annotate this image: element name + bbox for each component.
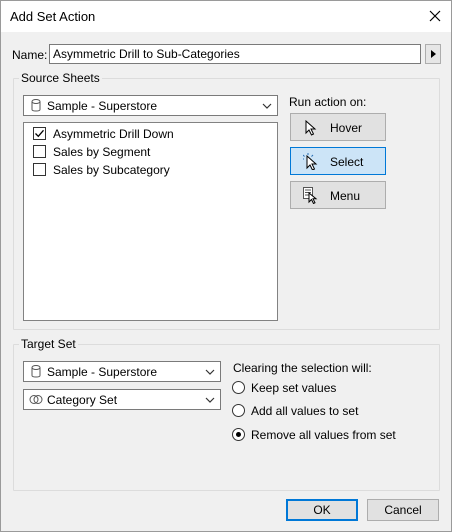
insert-field-arrow-button[interactable]: [425, 44, 441, 64]
source-sheets-list[interactable]: Asymmetric Drill Down Sales by Segment S…: [23, 122, 278, 321]
close-icon: [429, 10, 441, 22]
select-button[interactable]: Select: [290, 147, 386, 175]
radio-button[interactable]: [232, 404, 245, 417]
menu-button[interactable]: Menu: [290, 181, 386, 209]
click-pointer-icon: [303, 153, 318, 170]
sheet-label: Asymmetric Drill Down: [53, 127, 174, 141]
sheet-checkbox[interactable]: [33, 145, 46, 158]
name-label: Name:: [12, 48, 48, 62]
keep-set-values-label: Keep set values: [251, 381, 337, 395]
menu-pointer-icon: [303, 187, 318, 204]
remove-all-values-label: Remove all values from set: [251, 428, 396, 442]
set-icon: [29, 395, 43, 404]
title-bar: Add Set Action: [1, 1, 451, 32]
cancel-button[interactable]: Cancel: [367, 499, 439, 521]
sheet-label: Sales by Segment: [53, 145, 151, 159]
clearing-selection-label: Clearing the selection will:: [233, 361, 372, 375]
database-icon: [31, 99, 41, 112]
chevron-down-icon: [205, 369, 215, 375]
hover-button-label: Hover: [330, 121, 363, 135]
source-sheets-label: Source Sheets: [19, 71, 102, 85]
database-icon: [31, 365, 41, 378]
source-data-source-dropdown[interactable]: Sample - Superstore: [23, 95, 278, 116]
add-set-action-dialog: Add Set Action Name: Asymmetric Drill to…: [0, 0, 452, 532]
sheet-checkbox[interactable]: [33, 127, 46, 140]
target-data-source-value: Sample - Superstore: [47, 365, 158, 379]
source-data-source-value: Sample - Superstore: [47, 99, 158, 113]
name-input[interactable]: Asymmetric Drill to Sub-Categories: [49, 44, 421, 64]
radio-button[interactable]: [232, 381, 245, 394]
ok-button[interactable]: OK: [286, 499, 358, 521]
add-all-values-label: Add all values to set: [251, 404, 359, 418]
chevron-down-icon: [262, 103, 272, 109]
checkmark-icon: [35, 129, 44, 138]
menu-button-label: Menu: [330, 189, 361, 203]
sheet-label: Sales by Subcategory: [53, 163, 170, 177]
target-set-label: Target Set: [19, 337, 78, 351]
hover-button[interactable]: Hover: [290, 113, 386, 141]
target-data-source-dropdown[interactable]: Sample - Superstore: [23, 361, 221, 382]
sheet-checkbox[interactable]: [33, 163, 46, 176]
chevron-down-icon: [205, 397, 215, 403]
target-set-dropdown[interactable]: Category Set: [23, 389, 221, 410]
close-button[interactable]: [419, 1, 451, 32]
select-button-label: Select: [330, 155, 364, 169]
pointer-icon: [305, 120, 317, 136]
radio-button[interactable]: [232, 428, 245, 441]
target-set-value: Category Set: [47, 393, 118, 407]
run-action-on-label: Run action on:: [289, 95, 367, 109]
dialog-title: Add Set Action: [10, 9, 96, 24]
